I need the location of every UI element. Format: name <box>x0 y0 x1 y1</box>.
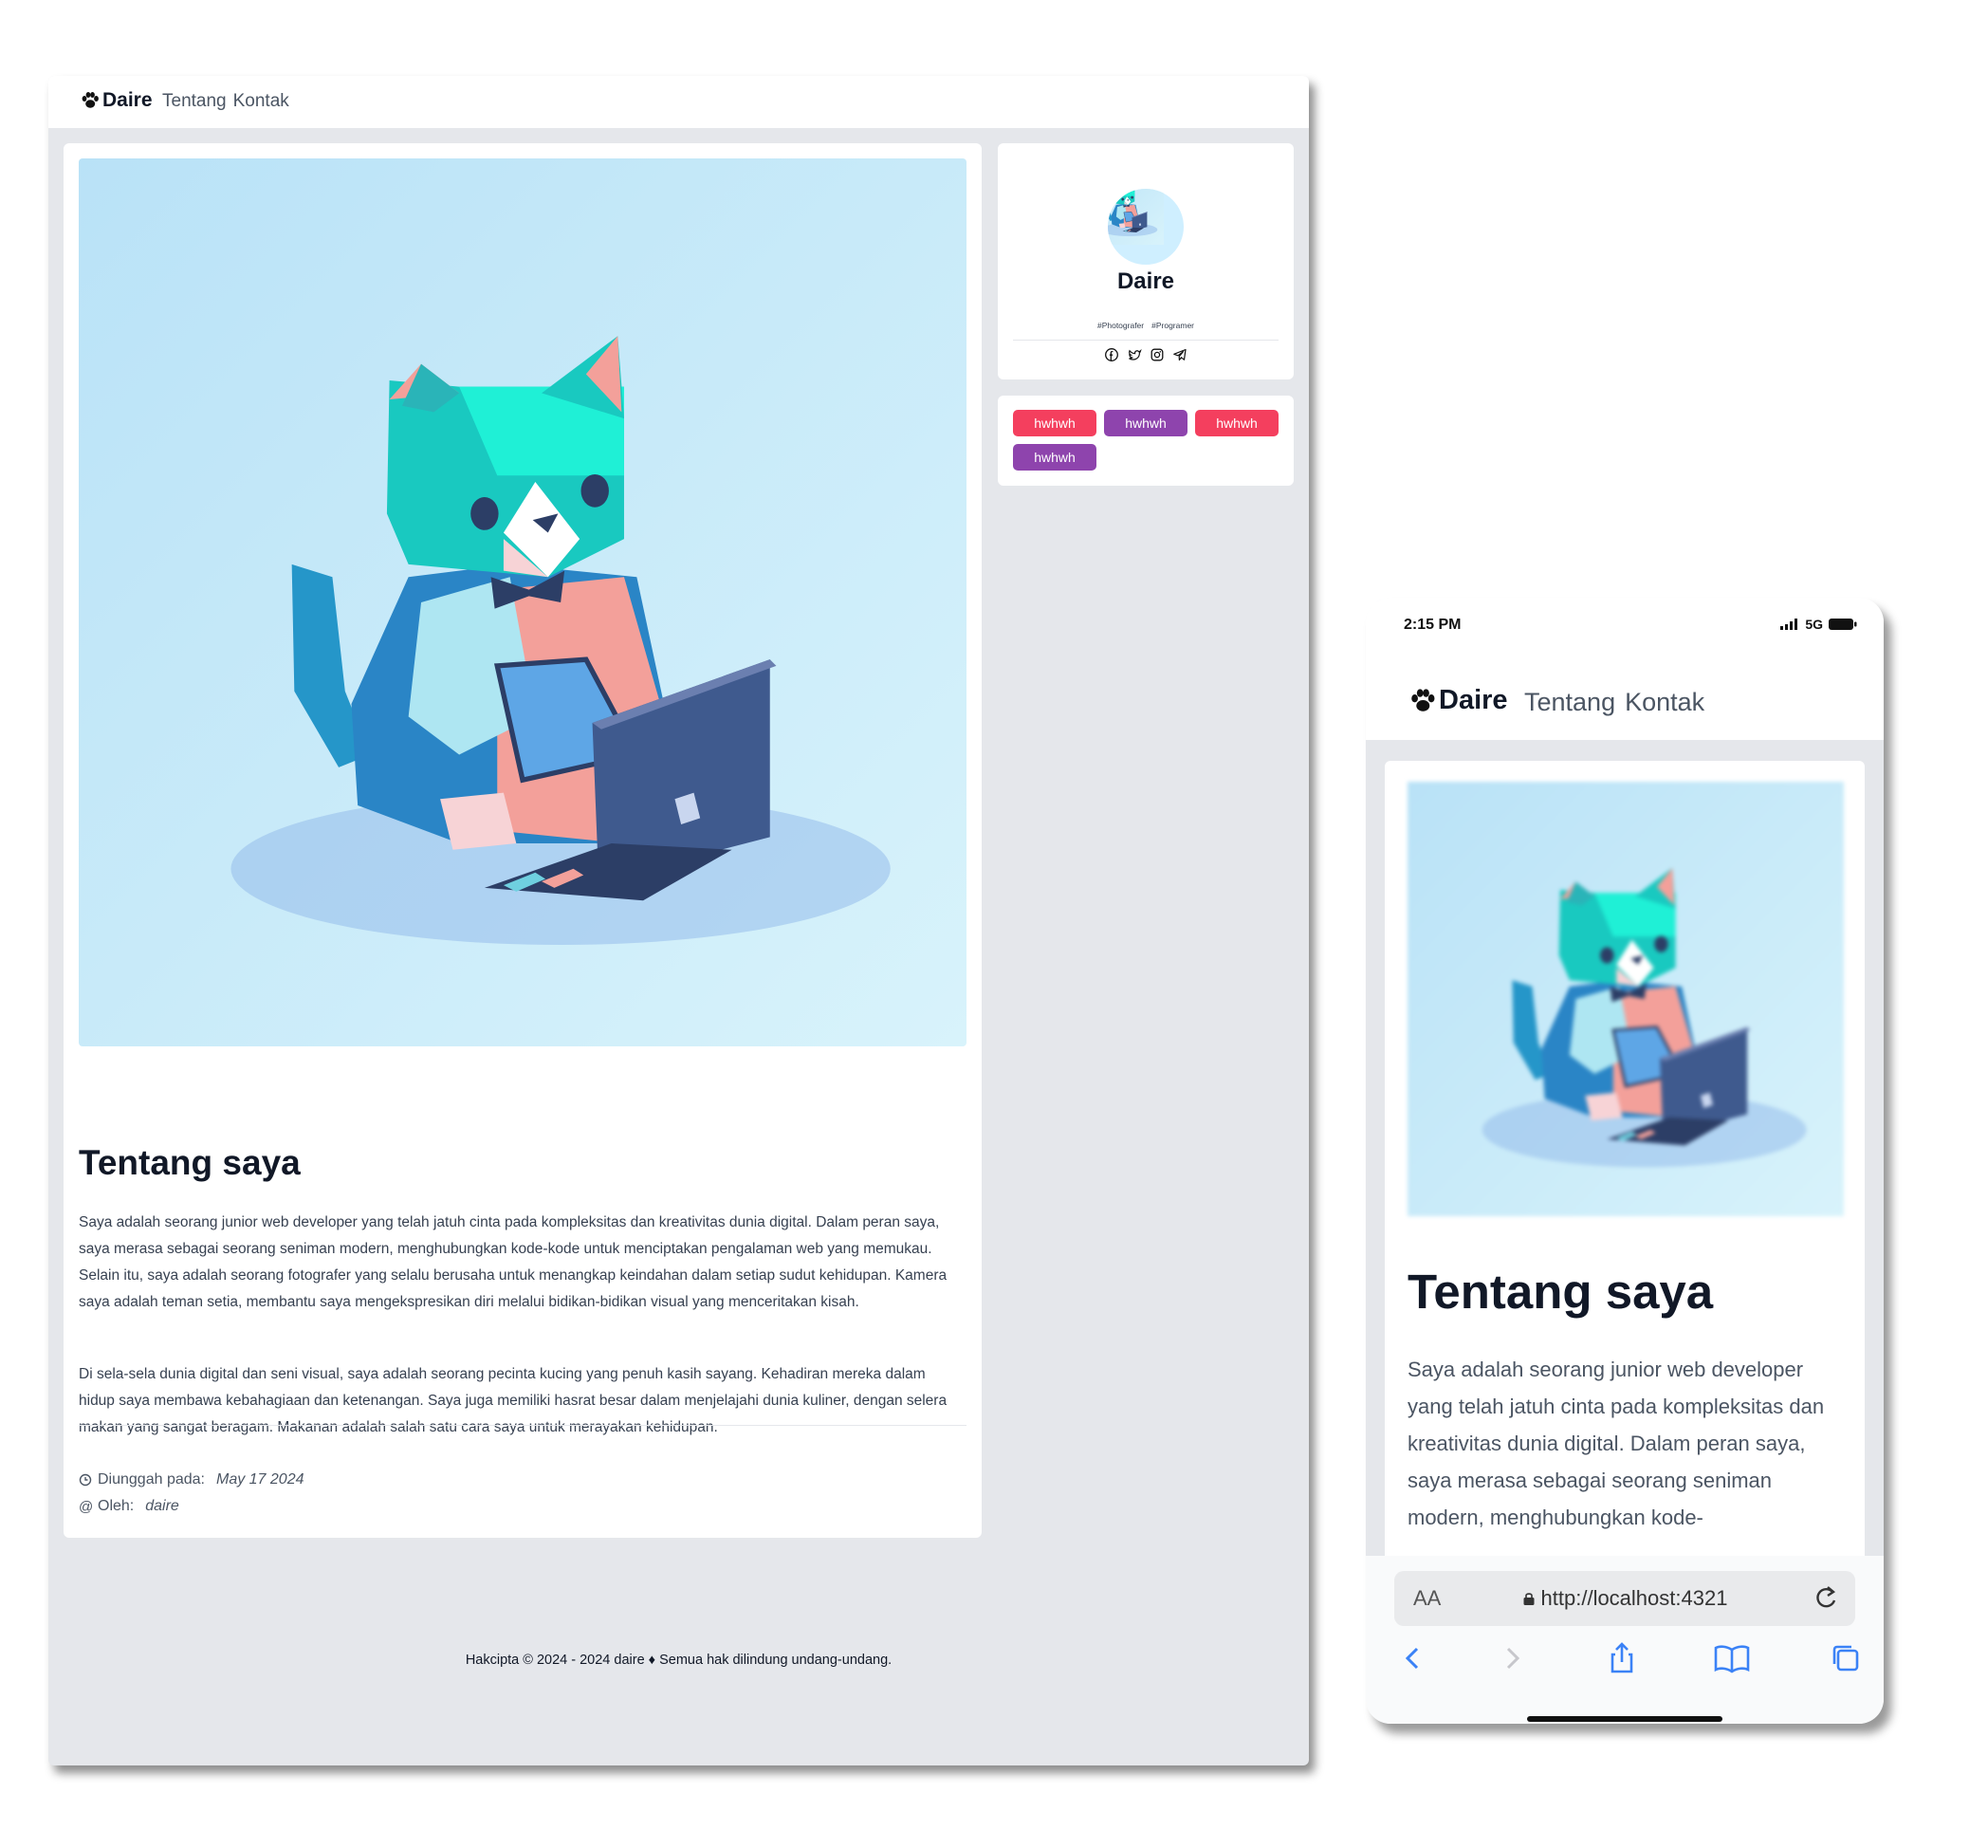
status-time: 2:15 PM <box>1404 617 1462 633</box>
navbar: Daire Tentang Kontak <box>48 76 1309 128</box>
clock-icon <box>79 1473 92 1487</box>
tags-card: hwhwh hwhwh hwhwh hwhwh <box>998 396 1294 486</box>
page-title: Tentang saya <box>79 1143 301 1182</box>
telegram-icon[interactable] <box>1172 347 1187 362</box>
tag-badge[interactable]: hwhwh <box>1013 444 1096 471</box>
profile-divider <box>1013 340 1279 341</box>
facebook-icon[interactable] <box>1104 347 1119 362</box>
share-icon[interactable] <box>1605 1641 1639 1675</box>
tag-badge[interactable]: hwhwh <box>1195 410 1279 436</box>
footer-text: Hakcipta © 2024 - 2024 daire ♦ Semua hak… <box>465 1653 893 1668</box>
forward-icon[interactable] <box>1495 1641 1529 1675</box>
nav-link-kontak[interactable]: Kontak <box>233 91 289 111</box>
hero-image <box>79 158 966 1046</box>
phone-mockup: 2:15 PM 5G Daire Tentang Kontak Tentang s… <box>1366 598 1884 1724</box>
nav-link-tentang[interactable]: Tentang <box>162 91 227 111</box>
url-field[interactable]: http://localhost:4321 <box>1394 1586 1855 1611</box>
url-text: http://localhost:4321 <box>1540 1586 1728 1610</box>
status-bar: 2:15 PM 5G <box>1366 598 1884 664</box>
brand-name: Daire <box>102 89 153 111</box>
bookmarks-icon[interactable] <box>1712 1641 1752 1675</box>
divider <box>79 1425 966 1426</box>
mobile-article-card: Tentang saya Saya adalah seorang junior … <box>1385 761 1865 1556</box>
author-value: daire <box>145 1498 179 1514</box>
tabs-icon[interactable] <box>1829 1641 1863 1675</box>
signal-icon <box>1780 619 1798 630</box>
uploaded-date: Diunggah pada: May 17 2024 <box>79 1471 304 1488</box>
desktop-window: Daire Tentang Kontak Tentang saya Saya ad… <box>48 76 1309 1765</box>
about-paragraph-2: Di sela-sela dunia digital dan seni visu… <box>79 1366 948 1435</box>
mobile-content: Tentang saya Saya adalah seorang junior … <box>1366 740 1884 1556</box>
nav-link-tentang[interactable]: Tentang <box>1524 688 1615 716</box>
about-paragraph-1: Saya adalah seorang junior web developer… <box>1408 1358 1825 1529</box>
browser-toolbar: AA http://localhost:4321 <box>1366 1556 1884 1724</box>
instagram-icon[interactable] <box>1150 347 1165 362</box>
author-label: Oleh: <box>98 1498 135 1514</box>
lock-icon <box>1523 1593 1535 1605</box>
site-logo[interactable]: Daire <box>1409 685 1508 716</box>
at-icon: @ <box>79 1498 94 1515</box>
profile-card: Daire #Photografer #Programer <box>998 143 1294 379</box>
network-label: 5G <box>1805 617 1823 632</box>
profile-name: Daire <box>1116 268 1175 294</box>
reload-icon[interactable] <box>1812 1582 1840 1613</box>
address-bar[interactable]: AA http://localhost:4321 <box>1394 1571 1855 1626</box>
hero-image <box>1408 782 1844 1216</box>
avatar <box>1108 189 1184 265</box>
twitter-icon[interactable] <box>1127 347 1142 362</box>
tag-badge[interactable]: hwhwh <box>1104 410 1187 436</box>
paw-icon <box>82 92 99 108</box>
article-card: Tentang saya Saya adalah seorang junior … <box>64 143 982 1538</box>
nav-link-kontak[interactable]: Kontak <box>1625 688 1704 716</box>
back-icon[interactable] <box>1396 1641 1430 1675</box>
uploaded-value: May 17 2024 <box>215 1471 304 1488</box>
mobile-navbar: Daire Tentang Kontak <box>1366 664 1884 740</box>
home-indicator <box>1527 1716 1722 1722</box>
site-logo[interactable]: Daire <box>81 89 153 112</box>
author: @ Oleh: daire <box>79 1498 179 1515</box>
hashtag: #Photografer <box>1096 321 1145 330</box>
page-title: Tentang saya <box>1408 1265 1714 1319</box>
tag-badge[interactable]: hwhwh <box>1013 410 1096 436</box>
brand-name: Daire <box>1439 685 1508 715</box>
social-links <box>998 347 1294 362</box>
hashtag: #Programer <box>1151 321 1195 330</box>
uploaded-label: Diunggah pada: <box>98 1471 205 1488</box>
about-paragraph-1: Saya adalah seorang junior web developer… <box>79 1214 948 1310</box>
paw-icon <box>1411 688 1435 711</box>
battery-icon <box>1829 619 1857 630</box>
